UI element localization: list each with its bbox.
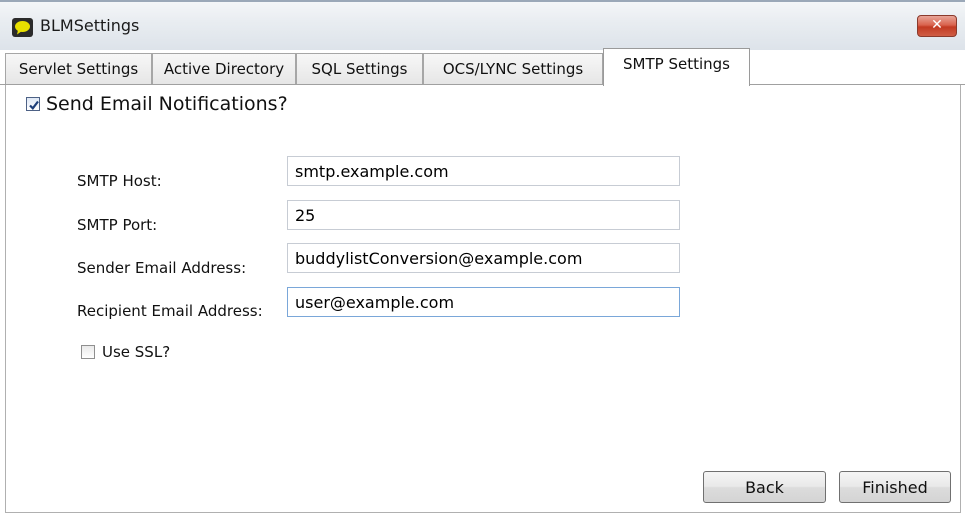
smtp-port-label: SMTP Port: [77,216,158,234]
smtp-port-input[interactable] [287,200,680,230]
tab-sql-settings[interactable]: SQL Settings [296,53,423,84]
smtp-host-label: SMTP Host: [77,172,162,190]
close-icon: ✕ [931,17,943,33]
close-button[interactable]: ✕ [917,15,957,37]
title-bar: BLMSettings ✕ [0,0,965,50]
sender-email-label: Sender Email Address: [77,259,247,277]
smtp-host-input[interactable] [287,156,680,186]
use-ssl-label: Use SSL? [102,343,171,361]
recipient-email-input[interactable] [287,287,680,317]
settings-window: BLMSettings ✕ Servlet Settings Active Di… [0,0,965,519]
window-title: BLMSettings [40,16,140,35]
recipient-email-label: Recipient Email Address: [77,302,263,320]
send-notifications-label: Send Email Notifications? [46,93,288,115]
tab-smtp-settings[interactable]: SMTP Settings [603,48,750,86]
finished-button[interactable]: Finished [839,471,951,503]
use-ssl-checkbox[interactable] [81,345,95,359]
speech-bubble-icon [12,18,33,37]
tab-active-directory[interactable]: Active Directory [152,53,296,84]
sender-email-input[interactable] [287,243,680,273]
tab-ocs-lync-settings[interactable]: OCS/LYNC Settings [423,53,603,84]
checkmark-icon [29,100,39,110]
tab-servlet-settings[interactable]: Servlet Settings [5,53,152,84]
send-notifications-checkbox[interactable] [26,97,40,111]
back-button[interactable]: Back [703,471,826,503]
